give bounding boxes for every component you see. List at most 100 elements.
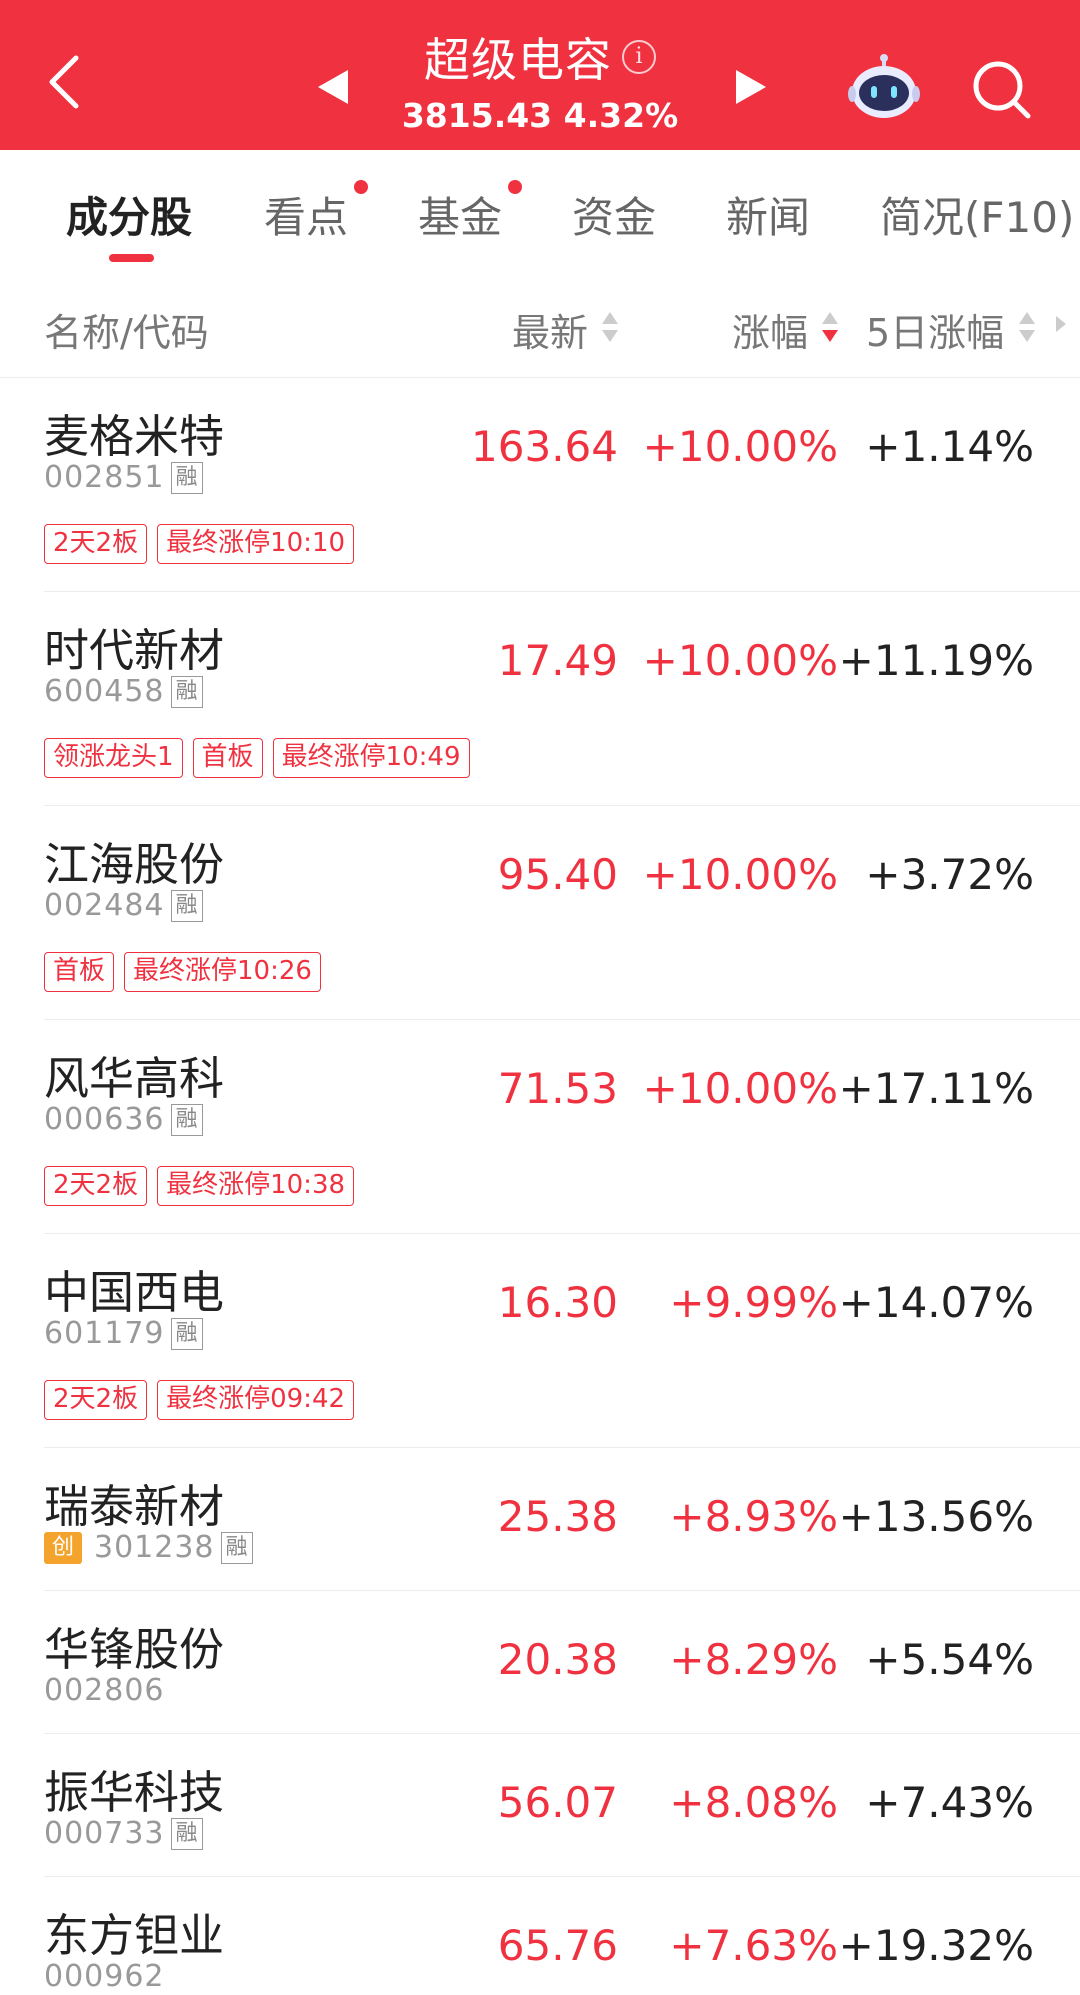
change5-value: +5.54% bbox=[865, 1635, 1034, 1684]
table-row[interactable]: 东方钽业 000962 65.76 +7.63% +19.32% bbox=[0, 1877, 1080, 1995]
table-row[interactable]: 麦格米特 002851 融 2天2板 最终涨停10:10 163.64 +10.… bbox=[0, 378, 1080, 592]
margin-badge: 融 bbox=[170, 889, 203, 922]
tag: 首板 bbox=[192, 738, 263, 778]
stock-code-line: 002484 融 bbox=[44, 888, 203, 923]
change5-value: +13.56% bbox=[838, 1492, 1034, 1541]
margin-badge: 融 bbox=[170, 1317, 203, 1350]
table-row[interactable]: 振华科技 000733 融 56.07 +8.08% +7.43% bbox=[0, 1734, 1080, 1877]
stock-code: 601179 bbox=[44, 1316, 165, 1351]
change-value: +10.00% bbox=[642, 1064, 838, 1113]
index-change: 4.32% bbox=[563, 96, 679, 135]
tag: 最终涨停09:42 bbox=[157, 1380, 355, 1420]
table-row[interactable]: 江海股份 002484 融 首板 最终涨停10:26 95.40 +10.00%… bbox=[0, 806, 1080, 1020]
margin-badge: 融 bbox=[220, 1531, 253, 1564]
sort-change5-icon[interactable] bbox=[1018, 310, 1036, 344]
stock-name: 时代新材 bbox=[44, 624, 225, 677]
stock-code: 000733 bbox=[44, 1816, 165, 1851]
stock-code-line: 002806 bbox=[44, 1673, 165, 1708]
price-value: 163.64 bbox=[471, 422, 618, 471]
stock-code: 301238 bbox=[94, 1530, 215, 1565]
margin-badge: 融 bbox=[170, 1103, 203, 1136]
change-value: +8.08% bbox=[669, 1778, 838, 1827]
tab-constituents[interactable]: 成分股 bbox=[66, 184, 192, 245]
robot-assistant-icon[interactable] bbox=[848, 52, 920, 120]
table-row[interactable]: 华锋股份 002806 20.38 +8.29% +5.54% bbox=[0, 1591, 1080, 1734]
tab-news[interactable]: 新闻 bbox=[726, 184, 810, 245]
tab-profile[interactable]: 简况(F10) bbox=[880, 184, 1074, 245]
tab-highlights[interactable]: 看点 bbox=[264, 184, 348, 245]
change-value: +10.00% bbox=[642, 636, 838, 685]
triangle-right-icon[interactable] bbox=[736, 70, 766, 104]
tag: 最终涨停10:49 bbox=[272, 738, 470, 778]
more-columns-icon[interactable] bbox=[1052, 312, 1068, 336]
stock-name: 江海股份 bbox=[44, 838, 225, 891]
stock-code-line: 000733 融 bbox=[44, 1816, 203, 1851]
stock-code-line: 600458 融 bbox=[44, 674, 203, 709]
change5-value: +1.14% bbox=[865, 422, 1034, 471]
stock-code-line: 000636 融 bbox=[44, 1102, 203, 1137]
sort-price-icon[interactable] bbox=[601, 310, 619, 344]
tag: 领涨龙头1 bbox=[44, 738, 183, 778]
stock-code-line: 002851 融 bbox=[44, 460, 203, 495]
stock-list: 麦格米特 002851 融 2天2板 最终涨停10:10 163.64 +10.… bbox=[0, 378, 1080, 1995]
table-row[interactable]: 时代新材 600458 融 领涨龙头1 首板 最终涨停10:49 17.49 +… bbox=[0, 592, 1080, 806]
top-bar: 超级电容 i 3815.43 4.32% bbox=[0, 0, 1080, 150]
price-value: 16.30 bbox=[497, 1278, 618, 1327]
change5-value: +17.11% bbox=[838, 1064, 1034, 1113]
change-value: +8.29% bbox=[669, 1635, 838, 1684]
tab-capital[interactable]: 资金 bbox=[572, 184, 656, 245]
change-value: +10.00% bbox=[642, 422, 838, 471]
change-value: +8.93% bbox=[669, 1492, 838, 1541]
price-value: 17.49 bbox=[497, 636, 618, 685]
tag: 最终涨停10:38 bbox=[157, 1166, 355, 1206]
price-value: 25.38 bbox=[497, 1492, 618, 1541]
stock-code: 000962 bbox=[44, 1959, 165, 1994]
stock-name: 瑞泰新材 bbox=[44, 1480, 225, 1533]
tab-highlights-badge bbox=[354, 180, 368, 194]
change-value: +9.99% bbox=[669, 1278, 838, 1327]
tag-list: 2天2板 最终涨停09:42 bbox=[44, 1380, 355, 1420]
tag: 首板 bbox=[44, 952, 115, 992]
change5-value: +19.32% bbox=[838, 1921, 1034, 1970]
stock-name: 风华高科 bbox=[44, 1052, 225, 1105]
table-row[interactable]: 瑞泰新材 创 301238 融 25.38 +8.93% +13.56% bbox=[0, 1448, 1080, 1591]
column-name: 名称/代码 bbox=[44, 311, 209, 355]
chinext-badge: 创 bbox=[44, 1531, 82, 1564]
tab-funds[interactable]: 基金 bbox=[418, 184, 502, 245]
search-icon[interactable] bbox=[970, 58, 1032, 120]
tag-list: 2天2板 最终涨停10:10 bbox=[44, 524, 355, 564]
column-change5[interactable]: 5日涨幅 bbox=[866, 302, 1004, 357]
tag: 2天2板 bbox=[44, 524, 148, 564]
info-icon[interactable]: i bbox=[622, 40, 656, 74]
tag-list: 首板 最终涨停10:26 bbox=[44, 952, 321, 992]
margin-badge: 融 bbox=[170, 675, 203, 708]
tag: 最终涨停10:10 bbox=[157, 524, 355, 564]
page-title: 超级电容 bbox=[424, 33, 612, 87]
stock-code: 000636 bbox=[44, 1102, 165, 1137]
stock-code: 002851 bbox=[44, 460, 165, 495]
price-value: 95.40 bbox=[497, 850, 618, 899]
table-row[interactable]: 中国西电 601179 融 2天2板 最终涨停09:42 16.30 +9.99… bbox=[0, 1234, 1080, 1448]
column-change[interactable]: 涨幅 bbox=[732, 302, 808, 357]
tab-funds-badge bbox=[508, 180, 522, 194]
stock-name: 东方钽业 bbox=[44, 1909, 225, 1962]
change5-value: +3.72% bbox=[865, 850, 1034, 899]
price-value: 20.38 bbox=[497, 1635, 618, 1684]
price-value: 71.53 bbox=[497, 1064, 618, 1113]
table-row[interactable]: 风华高科 000636 融 2天2板 最终涨停10:38 71.53 +10.0… bbox=[0, 1020, 1080, 1234]
change5-value: +7.43% bbox=[865, 1778, 1034, 1827]
change5-value: +11.19% bbox=[838, 636, 1034, 685]
sort-change-icon[interactable] bbox=[821, 310, 839, 344]
change-value: +10.00% bbox=[642, 850, 838, 899]
column-price[interactable]: 最新 bbox=[512, 302, 588, 357]
stock-code: 600458 bbox=[44, 674, 165, 709]
stock-name: 麦格米特 bbox=[44, 410, 225, 463]
tag: 2天2板 bbox=[44, 1380, 148, 1420]
tab-bar: 成分股 看点 基金 资金 新闻 简况(F10) bbox=[0, 150, 1080, 272]
price-value: 65.76 bbox=[497, 1921, 618, 1970]
margin-badge: 融 bbox=[170, 461, 203, 494]
stock-code: 002484 bbox=[44, 888, 165, 923]
stock-code-line: 000962 bbox=[44, 1959, 165, 1994]
change-value: +7.63% bbox=[669, 1921, 838, 1970]
price-value: 56.07 bbox=[497, 1778, 618, 1827]
